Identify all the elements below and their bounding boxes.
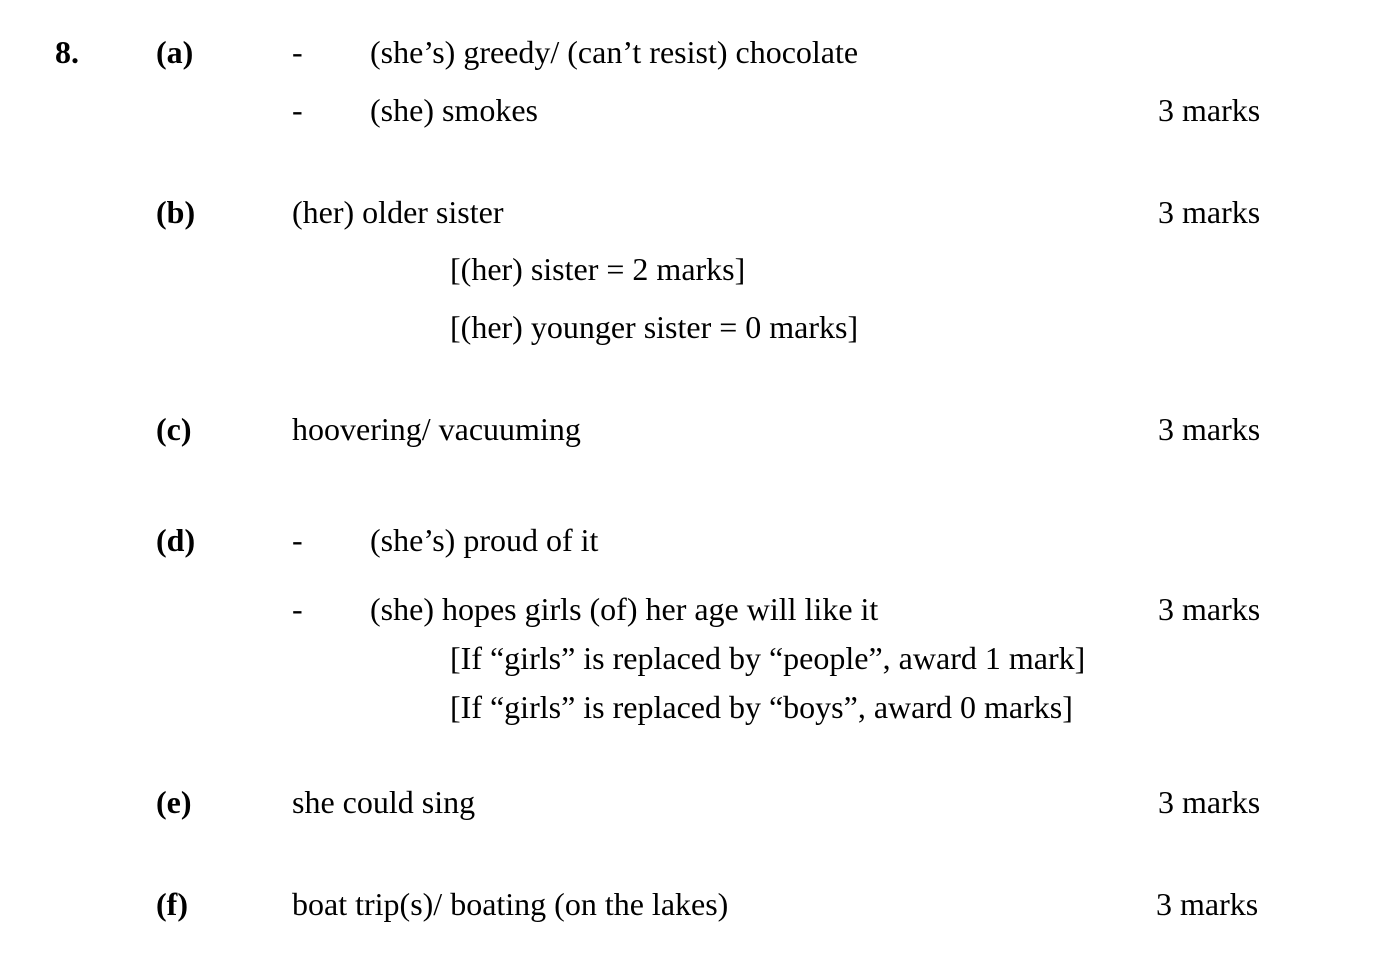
part-label: (c)	[156, 411, 192, 447]
part-label: (a)	[156, 34, 194, 70]
answer-line: hoovering/ vacuuming	[292, 411, 581, 447]
marking-note: [If “girls” is replaced by “people”, awa…	[450, 640, 1086, 676]
question-number: 8.	[55, 34, 79, 70]
bullet: -	[292, 522, 303, 558]
marking-note: [(her) younger sister = 0 marks]	[450, 309, 859, 345]
bullet: -	[292, 92, 303, 128]
marks: 3 marks	[1158, 784, 1261, 820]
answer-line: (her) older sister	[292, 194, 504, 230]
marking-note: [If “girls” is replaced by “boys”, award…	[450, 689, 1073, 725]
answer-line: (she) hopes girls (of) her age will like…	[370, 591, 879, 627]
part-label: (f)	[156, 886, 188, 922]
answer-line: boat trip(s)/ boating (on the lakes)	[292, 886, 729, 922]
marks: 3 marks	[1158, 92, 1261, 128]
marks: 3 marks	[1158, 194, 1261, 230]
marks: 3 marks	[1158, 591, 1261, 627]
part-label: (e)	[156, 784, 192, 820]
marks: 3 marks	[1158, 411, 1261, 447]
bullet: -	[292, 591, 303, 627]
part-label: (d)	[156, 522, 196, 558]
marks: 3 marks	[1156, 886, 1259, 922]
bullet: -	[292, 34, 303, 70]
answer-line: (she’s) greedy/ (can’t resist) chocolate	[370, 34, 859, 70]
marking-note: [(her) sister = 2 marks]	[450, 251, 746, 287]
answer-line: (she’s) proud of it	[370, 522, 599, 558]
answer-line: she could sing	[292, 784, 476, 820]
part-label: (b)	[156, 194, 196, 230]
answer-line: (she) smokes	[370, 92, 538, 128]
